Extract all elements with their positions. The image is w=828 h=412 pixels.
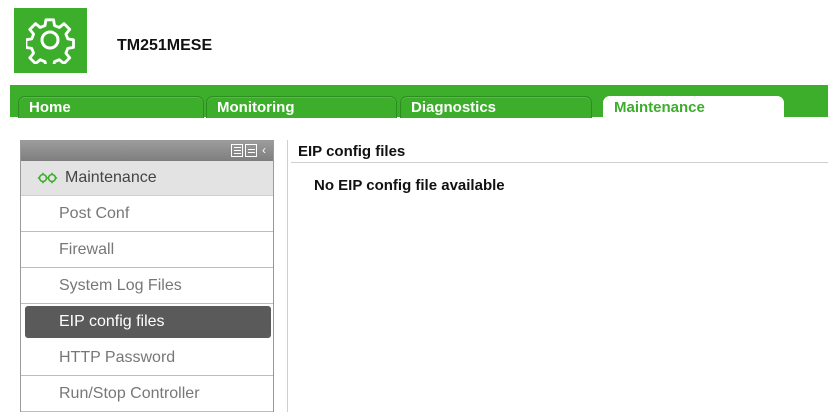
app-logo — [14, 8, 87, 73]
sidebar-item-post-conf[interactable]: Post Conf — [21, 196, 273, 232]
sidebar-item-label: EIP config files — [59, 313, 165, 330]
sidebar-item-run-stop-controller[interactable]: Run/Stop Controller — [21, 376, 273, 412]
empty-state-message: No EIP config file available — [314, 177, 505, 194]
gear-icon — [25, 17, 75, 64]
sidebar-title-label: Maintenance — [65, 169, 157, 186]
sidebar: ‹ Maintenance Post Conf Firewall System … — [20, 140, 274, 412]
tab-label: Maintenance — [614, 99, 705, 116]
tab-maintenance[interactable]: Maintenance — [603, 96, 784, 118]
title-divider — [291, 162, 828, 163]
gear-icon — [37, 172, 59, 184]
sidebar-item-label: System Log Files — [59, 276, 182, 294]
sidebar-item-eip-config-files[interactable]: EIP config files — [25, 306, 271, 338]
tab-home[interactable]: Home — [18, 96, 204, 118]
tab-label: Monitoring — [217, 99, 295, 116]
tab-monitoring[interactable]: Monitoring — [206, 96, 397, 118]
sidebar-item-label: Firewall — [59, 240, 115, 258]
sidebar-item-system-log-files[interactable]: System Log Files — [21, 268, 273, 304]
sidebar-item-http-password[interactable]: HTTP Password — [21, 340, 273, 376]
sidebar-item-firewall[interactable]: Firewall — [21, 232, 273, 268]
tab-label: Home — [29, 99, 71, 116]
collapse-icon[interactable]: ‹ — [259, 144, 269, 157]
device-name: TM251MESE — [117, 37, 213, 54]
sidebar-toolbar: ‹ — [21, 141, 273, 161]
sidebar-item-label: Run/Stop Controller — [59, 384, 200, 402]
sidebar-title: Maintenance — [21, 161, 273, 196]
compact-view-icon[interactable] — [245, 144, 257, 157]
tab-diagnostics[interactable]: Diagnostics — [400, 96, 592, 118]
sidebar-item-label: HTTP Password — [59, 348, 176, 366]
list-view-icon[interactable] — [231, 144, 243, 157]
panel-divider — [287, 140, 288, 412]
tab-label: Diagnostics — [411, 99, 497, 116]
sidebar-item-label: Post Conf — [59, 204, 130, 222]
page-title: EIP config files — [298, 143, 406, 160]
